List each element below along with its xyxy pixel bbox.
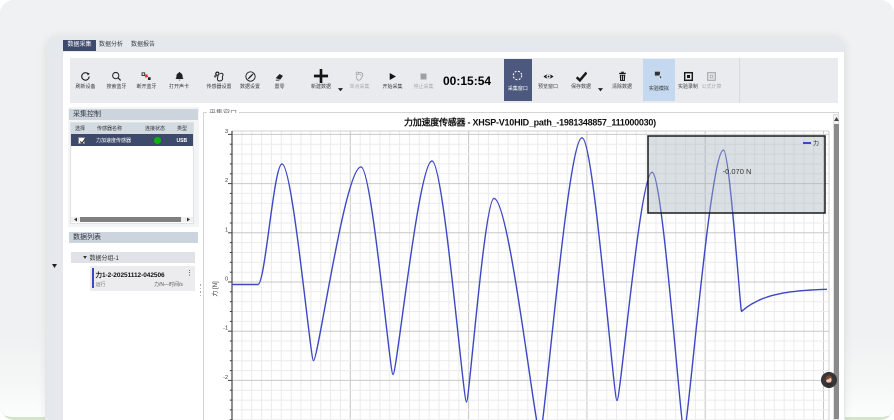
svg-text:2: 2 [225, 178, 228, 184]
svg-text:力 [N]: 力 [N] [211, 281, 219, 297]
svg-text:-2: -2 [223, 375, 228, 381]
svg-text:力加速度传感器 - XHSP-V10HID_path_-19: 力加速度传感器 - XHSP-V10HID_path_-1981348857_1… [404, 117, 656, 128]
svg-text:0: 0 [225, 277, 228, 283]
svg-text:3: 3 [225, 129, 228, 135]
svg-text:-0.070 N: -0.070 N [723, 167, 752, 176]
svg-text:1: 1 [225, 227, 228, 233]
svg-text:-1: -1 [223, 326, 228, 332]
svg-text:力: 力 [813, 140, 819, 148]
